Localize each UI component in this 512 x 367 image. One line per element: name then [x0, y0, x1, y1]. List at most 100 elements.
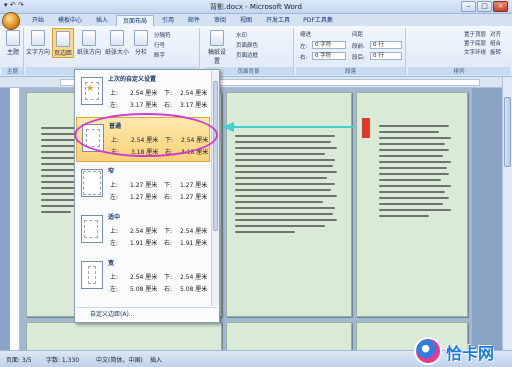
margins-icon: [56, 31, 70, 47]
group-button[interactable]: 组合: [490, 39, 501, 47]
themes-group-label: 主题: [2, 67, 23, 75]
columns-button[interactable]: 分栏: [132, 30, 150, 56]
bring-to-front-button[interactable]: 置于顶层: [464, 30, 486, 38]
tab-page-layout[interactable]: 页面布局: [116, 15, 154, 26]
space-after-label: 段后:: [352, 55, 365, 61]
tab-insert[interactable]: 插入: [90, 15, 114, 26]
moderate-preview: [81, 215, 103, 243]
align-button[interactable]: 对齐: [490, 30, 501, 38]
top-value: 2.54 厘米: [130, 274, 158, 281]
watermark-button[interactable]: 水印: [236, 31, 247, 39]
rotate-button[interactable]: 旋转: [490, 48, 501, 56]
page-size-label: 纸张大小: [104, 49, 129, 56]
page-counter[interactable]: 页面: 3/5: [6, 355, 32, 364]
themes-group: 主题 主题: [2, 28, 24, 75]
close-button[interactable]: ×: [493, 1, 508, 12]
space-after-input[interactable]: 0 行: [370, 52, 402, 60]
bottom-label: 下:: [164, 90, 173, 97]
right-value: 3.17 厘米: [180, 102, 208, 109]
bottom-value: 2.54 厘米: [180, 90, 208, 97]
tab-references[interactable]: 引用: [156, 15, 180, 26]
spacing-label: 间距: [352, 32, 364, 38]
orientation-button[interactable]: 纸张方向: [76, 30, 102, 56]
insert-mode[interactable]: 插入: [150, 355, 162, 364]
right-value: 1.91 厘米: [180, 240, 208, 247]
tab-home[interactable]: 开始: [26, 15, 50, 26]
margin-option-moderate[interactable]: 适中 上: 2.54 厘米 下: 2.54 厘米 左: 1.91 厘米 右: 1…: [76, 209, 210, 254]
text-direction-button[interactable]: 文字方向: [26, 30, 50, 56]
right-value: 1.27 厘米: [180, 194, 208, 201]
left-value: 5.08 厘米: [130, 286, 158, 293]
option-name: 上次的自定义设置: [108, 76, 157, 83]
text-direction-icon: [31, 30, 45, 46]
title-bar: ▾ ↶ ↷ 背影.docx - Microsoft Word – □ ×: [0, 0, 512, 14]
indent-left-input[interactable]: 0 字符: [312, 41, 346, 49]
arrange-group-label: 排列: [408, 67, 510, 75]
margin-option-narrow[interactable]: 窄 上: 1.27 厘米 下: 1.27 厘米 左: 1.27 厘米 右: 1.…: [76, 163, 210, 208]
custom-margins-item[interactable]: 自定义边距(A)...: [76, 307, 218, 321]
left-label: 左:: [110, 194, 119, 201]
maximize-button[interactable]: □: [477, 1, 492, 12]
bottom-value: 1.27 厘米: [180, 182, 208, 189]
left-label: 左:: [110, 286, 119, 293]
ribbon-tabs: 开始 模板中心 插入 页面布局 引用 邮件 审阅 视图 开发工具 PDF工具集: [0, 14, 512, 26]
narrow-preview: [81, 169, 103, 197]
text-wrap-button[interactable]: 文字环绕: [464, 48, 486, 56]
left-label: 左:: [110, 102, 119, 109]
pointer-arrow-icon: [222, 122, 354, 132]
themes-button[interactable]: 主题: [4, 30, 22, 56]
tab-view[interactable]: 视图: [234, 15, 258, 26]
logo-text: 恰卡网: [446, 344, 495, 363]
space-before-input[interactable]: 0 行: [370, 41, 402, 49]
option-name: 适中: [108, 214, 121, 221]
margins-label: 页边距: [53, 50, 72, 57]
page-borders-button[interactable]: 页面边框: [236, 51, 258, 59]
hyphenation-button[interactable]: 断字: [154, 51, 165, 59]
page-size-icon: [110, 30, 124, 46]
themes-icon: [6, 30, 20, 46]
page-size-button[interactable]: 纸张大小: [104, 30, 130, 56]
indent-right-input[interactable]: 0 字符: [312, 52, 346, 60]
office-button[interactable]: [2, 12, 20, 30]
tab-pdf-tools[interactable]: PDF工具集: [298, 15, 338, 26]
dropdown-scrollbar[interactable]: [211, 71, 219, 306]
margins-button[interactable]: 页边距: [52, 28, 74, 58]
right-label: 右:: [164, 102, 173, 109]
language-status[interactable]: 中文(简体，中国): [96, 355, 143, 364]
left-value: 3.17 厘米: [130, 102, 158, 109]
tab-templates[interactable]: 模板中心: [52, 15, 88, 26]
tab-developer[interactable]: 开发工具: [260, 15, 296, 26]
word-count[interactable]: 字数: 1,330: [46, 355, 79, 364]
left-value: 1.27 厘米: [130, 194, 158, 201]
orientation-icon: [82, 30, 96, 46]
paragraph-group-label: 段落: [296, 67, 405, 75]
send-to-back-button[interactable]: 置于底层: [464, 39, 486, 47]
option-name: 宽: [108, 260, 115, 267]
logo-icon: [414, 337, 442, 365]
tab-review[interactable]: 审阅: [208, 15, 232, 26]
breaks-button[interactable]: 分隔符: [154, 31, 171, 39]
page-color-button[interactable]: 页面颜色: [236, 41, 258, 49]
bottom-label: 下:: [164, 228, 173, 235]
option-name: 窄: [108, 168, 115, 175]
indent-label: 缩进: [300, 32, 312, 38]
page-4: [356, 92, 468, 317]
vertical-ruler[interactable]: [10, 88, 20, 350]
vertical-scrollbar[interactable]: [502, 77, 512, 350]
margin-option-wide[interactable]: 宽 上: 2.54 厘米 下: 2.54 厘米 左: 5.08 厘米 右: 5.…: [76, 255, 210, 300]
page-background-group: 稿纸设置 水印 页面颜色 页面边框 页面背景: [204, 28, 294, 75]
margin-option-last-custom[interactable]: ★ 上次的自定义设置 上: 2.54 厘米 下: 2.54 厘米 左: 3.17…: [76, 71, 210, 116]
top-label: 上:: [110, 182, 119, 189]
bottom-label: 下:: [164, 182, 173, 189]
minimize-button[interactable]: –: [461, 1, 476, 12]
top-label: 上:: [110, 274, 119, 281]
manuscript-button[interactable]: 稿纸设置: [206, 30, 228, 65]
dropdown-scroll-thumb[interactable]: [213, 81, 218, 231]
line-numbers-button[interactable]: 行号: [154, 41, 165, 49]
tab-mailings[interactable]: 邮件: [182, 15, 206, 26]
paragraph-group: 缩进 左: 0 字符 右: 0 字符 间距 段前: 0 行 段后: 0 行 段落: [296, 28, 406, 75]
red-marker: [362, 118, 370, 138]
scrollbar-thumb[interactable]: [504, 97, 511, 167]
top-value: 2.54 厘米: [130, 90, 158, 97]
right-value: 5.08 厘米: [180, 286, 208, 293]
